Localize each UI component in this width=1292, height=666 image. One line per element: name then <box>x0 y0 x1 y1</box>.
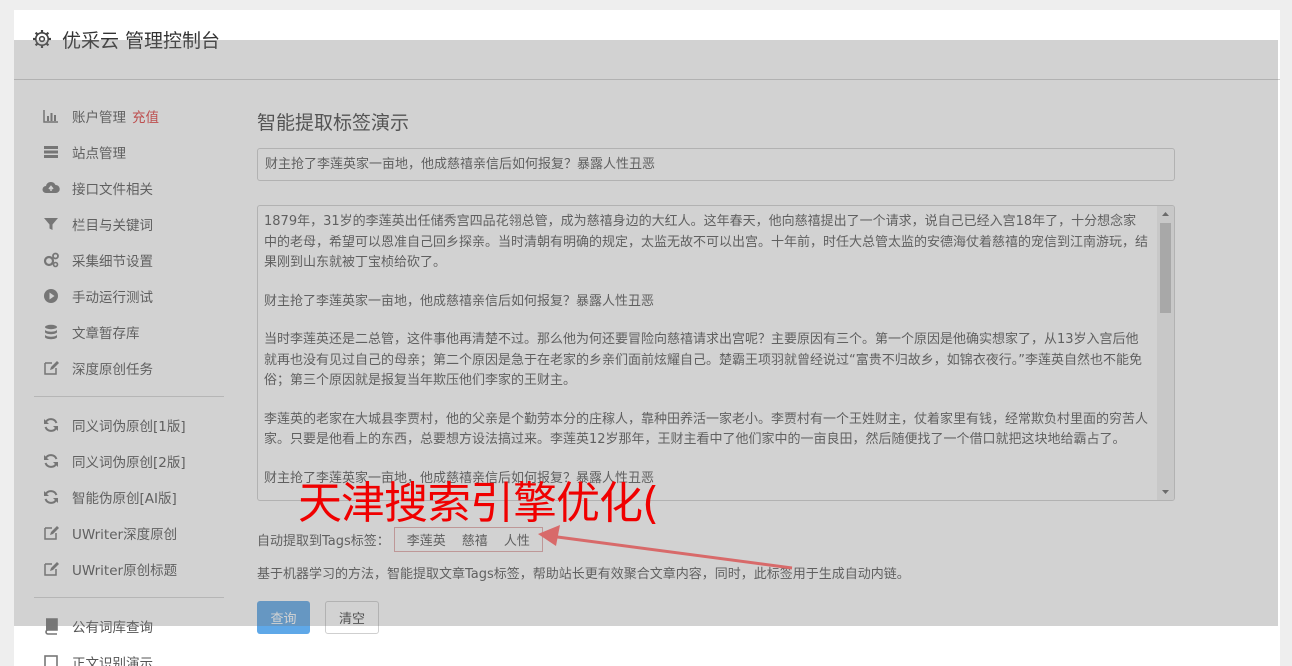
sidebar-item-label: 公有词库查询 <box>72 620 153 636</box>
sidebar-divider <box>34 597 224 598</box>
cogs-icon <box>43 252 59 268</box>
article-paragraph: 1879年，31岁的李莲英出任储秀宫四品花翎总管，成为慈禧身边的大红人。这年春天… <box>264 214 1149 270</box>
bar-chart-icon <box>43 110 58 123</box>
sidebar-item-label: 同义词伪原创[2版] <box>72 455 186 471</box>
sidebar-item-article-store[interactable]: 文章暂存库 <box>34 314 234 350</box>
refresh-icon <box>44 454 58 468</box>
sidebar-divider <box>34 396 224 397</box>
recharge-link[interactable]: 充值 <box>132 106 159 126</box>
sidebar-item-manual-test[interactable]: 手动运行测试 <box>34 278 234 314</box>
book-icon <box>45 618 58 635</box>
sidebar-item-label: 文章暂存库 <box>72 326 140 342</box>
tag-item[interactable]: 慈禧 <box>462 530 488 549</box>
sidebar-item-body-recognition[interactable]: 正文识别演示 <box>34 644 234 666</box>
square-icon <box>44 655 58 666</box>
refresh-icon <box>44 418 58 432</box>
query-button[interactable]: 查询 <box>257 601 310 634</box>
list-icon <box>44 146 58 158</box>
sidebar-item-label: 深度原创任务 <box>72 362 153 378</box>
article-paragraph: 李莲英的老家在大城县李贾村，他的父亲是个勤劳本分的庄稼人，靠种田养活一家老小。李… <box>264 411 1149 448</box>
sidebar-item-uwriter-deep[interactable]: UWriter深度原创 <box>34 515 234 551</box>
sidebar-item-label: 手动运行测试 <box>72 290 153 306</box>
vertical-scrollbar[interactable] <box>1157 206 1174 500</box>
sidebar-item-label: UWriter原创标题 <box>72 563 178 579</box>
clear-button[interactable]: 清空 <box>325 601 379 634</box>
sidebar-item-label: 账户管理 <box>72 110 126 126</box>
refresh-icon <box>44 490 58 504</box>
article-text: 1879年，31岁的李莲英出任储秀宫四品花翎总管，成为慈禧身边的大红人。这年春天… <box>264 212 1149 500</box>
sidebar-item-label: 智能伪原创[AI版] <box>72 491 177 507</box>
sidebar-item-public-lexicon[interactable]: 公有词库查询 <box>34 608 234 644</box>
sidebar-item-sites[interactable]: 站点管理 <box>34 134 234 170</box>
sidebar-item-label: 采集细节设置 <box>72 254 153 270</box>
tags-row: 自动提取到Tags标签： 李莲英 慈禧 人性 <box>257 526 543 552</box>
scroll-up-icon[interactable] <box>1157 206 1174 223</box>
app-title: 优采云 管理控制台 <box>62 30 221 52</box>
sidebar-item-label: 栏目与关键词 <box>72 218 153 234</box>
sidebar-item-synonym-v1[interactable]: 同义词伪原创[1版] <box>34 407 234 443</box>
tag-item[interactable]: 李莲英 <box>407 530 446 549</box>
edit-icon <box>44 361 59 375</box>
article-textarea[interactable]: 1879年，31岁的李莲英出任储秀宫四品花翎总管，成为慈禧身边的大红人。这年春天… <box>257 205 1175 501</box>
scroll-down-icon[interactable] <box>1157 483 1174 500</box>
header: 优采云 管理控制台 <box>14 10 1280 80</box>
scroll-thumb[interactable] <box>1160 223 1171 313</box>
cloud-upload-icon <box>42 181 60 193</box>
database-icon <box>45 324 57 340</box>
page-title: 智能提取标签演示 <box>257 112 410 134</box>
article-paragraph: 财主抢了李莲英家一亩地，他成慈禧亲信后如何报复？暴露人性丑恶 <box>264 293 655 309</box>
article-paragraph: 当时李莲英还是二总管，这件事他再清楚不过。那么他为何还要冒险向慈禧请求出宫呢？主… <box>264 332 1142 388</box>
sidebar-item-deep-original[interactable]: 深度原创任务 <box>34 350 234 386</box>
watermark-text: 天津搜索引擎优化( <box>298 478 659 529</box>
sidebar-item-synonym-v2[interactable]: 同义词伪原创[2版] <box>34 443 234 479</box>
sidebar-item-label: 同义词伪原创[1版] <box>72 419 186 435</box>
sidebar-item-uwriter-title[interactable]: UWriter原创标题 <box>34 551 234 587</box>
sidebar-item-label: 正文识别演示 <box>72 656 153 666</box>
sidebar-item-collect-settings[interactable]: 采集细节设置 <box>34 242 234 278</box>
edit-icon <box>44 526 59 540</box>
tags-label: 自动提取到Tags标签： <box>257 533 390 549</box>
sidebar: 账户管理 充值 站点管理 接口文件相关 栏目与关键词 采集细节设置 手动运行测试… <box>34 98 234 666</box>
sidebar-item-columns-keywords[interactable]: 栏目与关键词 <box>34 206 234 242</box>
gear-icon <box>33 30 51 48</box>
sidebar-item-label: 站点管理 <box>72 146 126 162</box>
title-input[interactable]: 财主抢了李莲英家一亩地，他成慈禧亲信后如何报复？暴露人性丑恶 <box>257 148 1175 181</box>
sidebar-item-interface-files[interactable]: 接口文件相关 <box>34 170 234 206</box>
sidebar-item-label: UWriter深度原创 <box>72 527 178 543</box>
edit-icon <box>44 562 59 576</box>
filter-icon <box>44 218 58 230</box>
play-icon <box>44 289 58 303</box>
sidebar-item-account[interactable]: 账户管理 充值 <box>34 98 234 134</box>
sidebar-item-label: 接口文件相关 <box>72 182 153 198</box>
sidebar-item-ai-rewrite[interactable]: 智能伪原创[AI版] <box>34 479 234 515</box>
main-content: 智能提取标签演示 财主抢了李莲英家一亩地，他成慈禧亲信后如何报复？暴露人性丑恶 … <box>257 108 1177 634</box>
